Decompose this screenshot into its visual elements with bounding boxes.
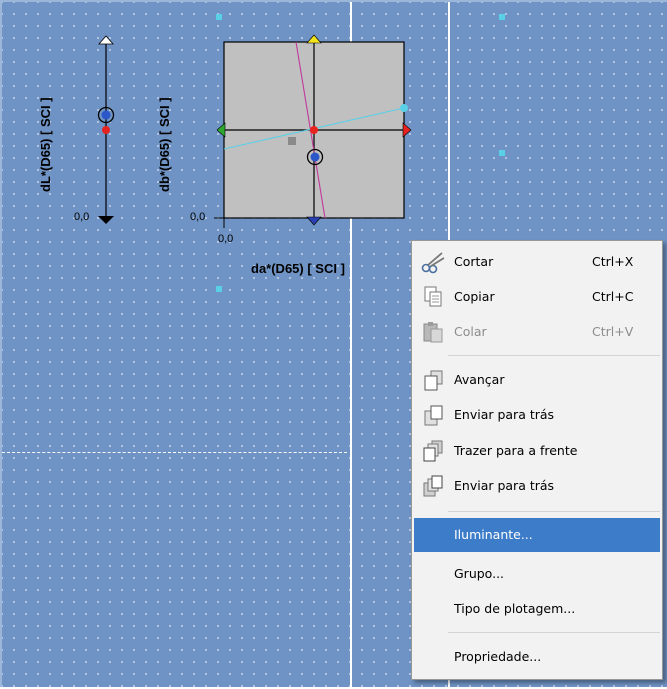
menu-item-cut[interactable]: Cortar Ctrl+X bbox=[414, 245, 660, 279]
green-direction-arrow bbox=[216, 122, 226, 138]
db-axis-label: db*(D65) [ SCI ] bbox=[157, 97, 172, 192]
menu-item-illuminant[interactable]: Iluminante... bbox=[414, 518, 660, 552]
send-backward-icon bbox=[424, 405, 443, 426]
blue-direction-arrow bbox=[306, 216, 322, 226]
menu-item-group[interactable]: Grupo... bbox=[414, 557, 660, 591]
menu-shortcut: Ctrl+X bbox=[592, 254, 634, 269]
menu-item-copy[interactable]: Copiar Ctrl+C bbox=[414, 280, 660, 314]
menu-label: Propriedade... bbox=[454, 649, 542, 664]
menu-shortcut: Ctrl+V bbox=[592, 324, 634, 339]
paste-icon bbox=[423, 322, 443, 343]
red-direction-arrow bbox=[402, 122, 412, 138]
menu-label: Trazer para a frente bbox=[454, 443, 578, 458]
da-axis-label: da*(D65) [ SCI ] bbox=[251, 261, 345, 276]
menu-item-bring-forward[interactable]: Avançar bbox=[414, 363, 660, 397]
copy-icon bbox=[424, 286, 442, 307]
menu-label: Avançar bbox=[454, 372, 505, 387]
bring-forward-icon bbox=[424, 370, 443, 391]
cyan-endpoint bbox=[400, 104, 408, 112]
yellow-direction-arrow bbox=[306, 34, 322, 44]
menu-item-send-to-back[interactable]: Enviar para trás bbox=[414, 469, 660, 503]
gray-marker bbox=[288, 137, 296, 145]
da-tick-zero: 0,0 bbox=[218, 233, 234, 245]
dl-top-arrow bbox=[98, 35, 114, 45]
menu-separator bbox=[448, 632, 660, 633]
menu-item-bring-to-front[interactable]: Trazer para a frente bbox=[414, 434, 660, 468]
menu-label: Colar bbox=[454, 324, 487, 339]
bring-to-front-icon bbox=[423, 440, 443, 462]
menu-separator bbox=[448, 355, 660, 356]
sample-point bbox=[310, 152, 320, 162]
db-tick-zero: 0,0 bbox=[190, 211, 206, 223]
menu-separator bbox=[448, 511, 660, 512]
menu-label: Tipo de plotagem... bbox=[454, 601, 576, 616]
dl-bottom-arrow bbox=[98, 216, 114, 224]
context-menu: Cortar Ctrl+X Copiar Ctrl+C Colar Ctrl+V… bbox=[411, 240, 663, 680]
menu-item-properties[interactable]: Propriedade... bbox=[414, 640, 660, 674]
menu-item-send-backward[interactable]: Enviar para trás bbox=[414, 398, 660, 432]
dl-standard-point bbox=[102, 126, 110, 134]
send-to-back-icon bbox=[423, 475, 443, 497]
menu-label: Iluminante... bbox=[454, 527, 533, 542]
menu-label: Cortar bbox=[454, 254, 494, 269]
scissors-icon bbox=[421, 252, 445, 274]
menu-item-plot-type[interactable]: Tipo de plotagem... bbox=[414, 592, 660, 626]
dl-sample-point bbox=[101, 110, 111, 120]
menu-item-paste: Colar Ctrl+V bbox=[414, 315, 660, 349]
menu-label: Enviar para trás bbox=[454, 478, 555, 493]
standard-point bbox=[310, 126, 318, 134]
menu-label: Copiar bbox=[454, 289, 495, 304]
menu-label: Enviar para trás bbox=[454, 407, 555, 422]
menu-label: Grupo... bbox=[454, 566, 505, 581]
menu-shortcut: Ctrl+C bbox=[592, 289, 634, 304]
